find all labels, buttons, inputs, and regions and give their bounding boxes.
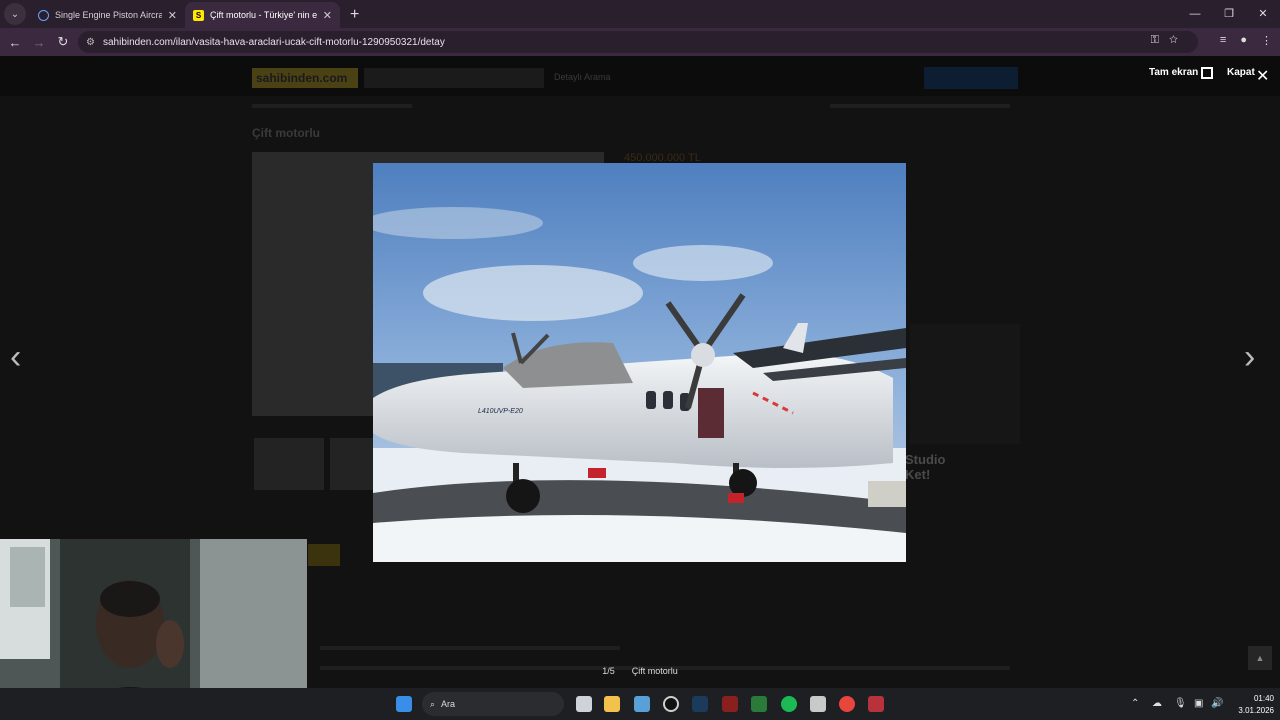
media-controls-icon[interactable]: ≡ [1220,34,1226,47]
password-key-icon[interactable]: ⚿ [1151,34,1169,46]
media-app-icon[interactable] [868,696,884,712]
next-photo-arrow-icon[interactable]: › [1244,338,1255,377]
tray-chevron-icon[interactable]: ⌃ [1131,698,1139,709]
photo-index: 1/5 [602,666,615,676]
previous-photo-arrow-icon[interactable]: ‹ [10,338,21,377]
url-text: sahibinden.com/ilan/vasita-hava-araclari… [102,36,445,48]
chatgpt-icon[interactable] [663,696,679,712]
spotify-icon[interactable] [781,696,797,712]
windows-taskbar: ⌕ Ara ⌃ ☁ 🎙 ▣ 🔊 01:40 3.01.2026 [0,688,1280,720]
new-tab-button[interactable]: + [350,6,359,24]
taskbar-search[interactable]: ⌕ Ara [422,692,564,716]
address-bar[interactable]: ⚙ sahibinden.com/ilan/vasita-hava-aracla… [78,31,1198,53]
close-icon[interactable]: ✕ [1256,66,1269,86]
minimize-icon[interactable]: — [1178,0,1212,28]
listing-thumbnail [254,438,324,490]
tab-search-button[interactable]: ⌄ [4,3,26,25]
listing-desc-line [320,646,620,650]
browser-toolbar: ← → ↻ ⚙ sahibinden.com/ilan/vasita-hava-… [0,28,1280,56]
browser-menu-icon[interactable]: ⋮ [1261,34,1272,47]
taskbar-search-label: Ara [441,699,456,709]
sidebar-ad-text: Studio Ket! [905,452,946,482]
window-close-icon[interactable]: ✕ [1246,0,1280,28]
search-icon: ⌕ [430,698,436,709]
tab-cift-motorlu[interactable]: S Çift motorlu - Türkiye' nin en b ✕ [185,2,340,28]
close-icon[interactable]: ✕ [168,9,177,22]
breadcrumb-actions [830,104,1010,108]
listing-title: Çift motorlu [252,126,320,140]
close-icon[interactable]: ✕ [323,9,332,22]
game-app-icon[interactable] [722,696,738,712]
loading-icon [38,9,49,21]
tab-single-engine[interactable]: Single Engine Piston Aircraft Fo ✕ [30,2,185,28]
microphone-icon[interactable]: 🎙 [1174,698,1187,709]
fullscreen-label[interactable]: Tam ekran [1149,67,1198,78]
onedrive-icon[interactable]: ☁ [1152,698,1162,709]
aircraft-photo-drawing: L410UVP-E20 [373,163,906,562]
volume-icon[interactable]: 🔊 [1211,698,1223,709]
toolbar-right: ≡ ● ⋮ [1220,34,1272,47]
breadcrumb [252,104,412,108]
bookmark-star-icon[interactable]: ☆ [1169,34,1188,46]
site-header [0,56,1280,96]
clock-time: 01:40 [1253,694,1274,703]
task-view-icon[interactable] [576,696,592,712]
site-info-icon[interactable]: ⚙ [86,37,95,48]
detailed-search-link: Detaylı Arama [554,72,611,82]
window-controls: — ❐ ✕ [1178,0,1280,28]
steam-icon[interactable] [692,696,708,712]
forward-icon[interactable]: → [27,35,51,50]
site-logo: sahibinden.com [252,68,358,88]
reload-icon[interactable]: ↻ [51,34,75,50]
xbox-icon[interactable] [751,696,767,712]
clock-date: 3.01.2026 [1238,706,1274,715]
file-explorer-icon[interactable] [604,696,620,712]
restore-icon[interactable]: ❐ [1212,0,1246,28]
taskbar-clock[interactable]: 01:40 3.01.2026 [1226,693,1274,717]
omnibox-actions: ⚿☆ [1151,34,1188,47]
back-icon[interactable]: ← [3,35,27,50]
aircraft-registration: L410UVP-E20 [478,408,523,415]
sahibinden-favicon: S [193,9,204,21]
profile-avatar-icon[interactable]: ● [1240,34,1247,47]
aircraft-photo: L410UVP-E20 [373,163,906,562]
browser-tab-strip: ⌄ Single Engine Piston Aircraft Fo ✕ S Ç… [0,0,1280,28]
store-icon[interactable] [634,696,650,712]
network-icon[interactable]: ▣ [1194,698,1203,709]
fullscreen-icon[interactable] [1201,67,1213,79]
windows-start-icon[interactable] [396,696,412,712]
sidebar-ad-image [910,324,1020,444]
photo-caption: Çift motorlu [631,666,678,676]
post-ad-button [924,67,1018,89]
close-lightbox-label[interactable]: Kapat [1227,67,1255,78]
tab-title: Single Engine Piston Aircraft Fo [55,10,162,20]
chrome-icon[interactable] [839,696,855,712]
scroll-top-arrow-icon[interactable]: ▲ [1248,646,1272,670]
tab-title: Çift motorlu - Türkiye' nin en b [210,10,317,20]
listing-tab [308,544,340,566]
app-window-icon[interactable] [810,696,826,712]
site-search-input [364,68,544,88]
